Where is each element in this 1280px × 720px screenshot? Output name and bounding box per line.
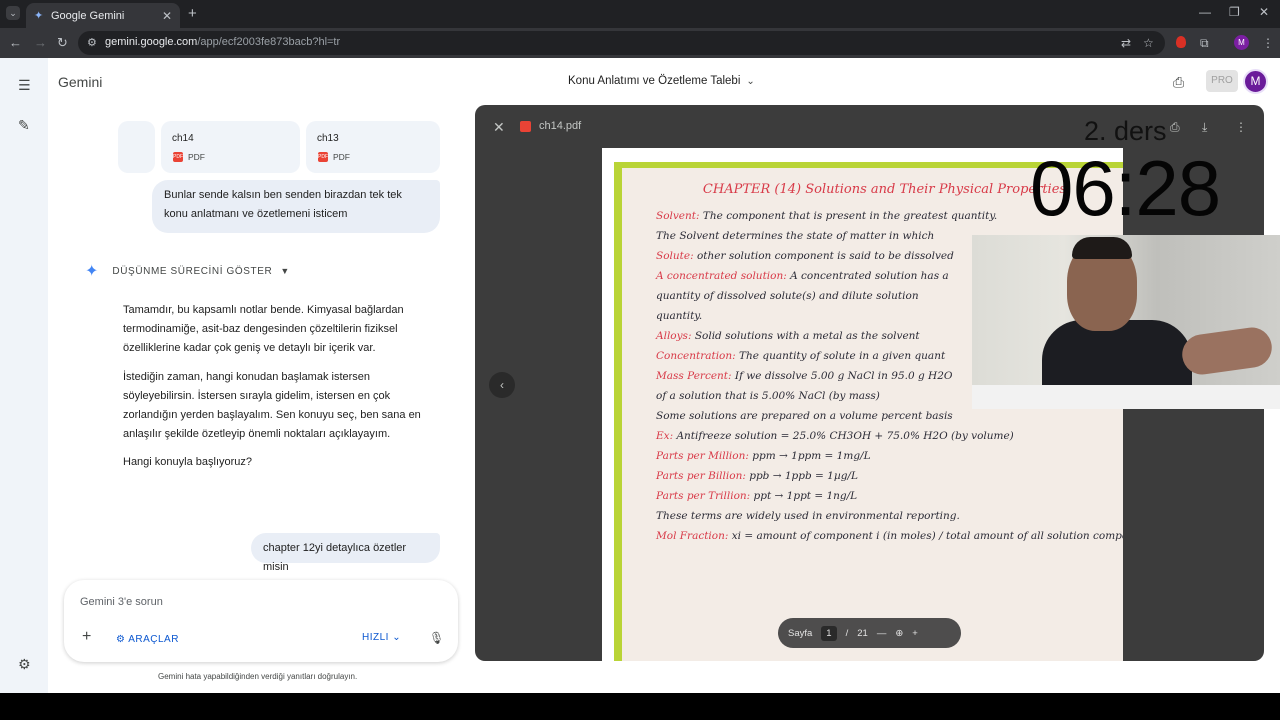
attachment-card-partial[interactable]: [118, 121, 155, 173]
current-page-input[interactable]: 1: [821, 625, 837, 641]
close-icon[interactable]: ✕: [493, 119, 505, 136]
address-bar[interactable]: ⚙ gemini.google.com/app/ecf2003fe873bacb…: [78, 31, 1165, 55]
menu-icon[interactable]: ☰: [18, 77, 31, 94]
attachment-type: PDF: [333, 152, 350, 162]
url-text: gemini.google.com/app/ecf2003fe873bacb?h…: [105, 36, 341, 48]
show-thinking-toggle[interactable]: ✦ DÜŞÜNME SÜRECİNİ GÖSTER ▼: [85, 261, 289, 281]
total-pages: 21: [857, 627, 868, 639]
notes-line: Ex: Antifreeze solution = 25.0% CH3OH + …: [656, 430, 1014, 442]
site-info-icon[interactable]: ⚙: [87, 36, 97, 49]
tab-search-icon[interactable]: ⌄: [6, 6, 20, 20]
back-icon[interactable]: ←: [9, 35, 22, 50]
attachment-card-ch13[interactable]: ch13 PDF PDF: [306, 121, 440, 173]
attachment-card-ch14[interactable]: ch14 PDF PDF: [161, 121, 300, 173]
bookmark-star-icon[interactable]: ☆: [1143, 36, 1154, 50]
tools-button[interactable]: ⚙ ARAÇLAR: [116, 634, 179, 645]
zoom-in-icon[interactable]: +: [912, 628, 918, 639]
add-file-icon[interactable]: +: [82, 628, 91, 646]
attachment-name: ch14: [172, 133, 194, 144]
print-icon[interactable]: ⎙: [1170, 120, 1180, 135]
pdf-file-icon: [520, 121, 531, 132]
close-window-icon[interactable]: ✕: [1259, 5, 1269, 19]
minimize-icon[interactable]: —: [1199, 5, 1211, 19]
pdf-file-icon: PDF: [318, 152, 328, 162]
zoom-icon[interactable]: ⊕: [895, 628, 903, 639]
close-tab-icon[interactable]: ✕: [162, 9, 172, 23]
new-chat-icon[interactable]: ✎: [18, 117, 30, 134]
response-paragraph: İstediğin zaman, hangi konudan başlamak …: [123, 371, 421, 440]
page-separator: /: [845, 627, 849, 639]
notes-line: Parts per Billion: ppb → 1ppb = 1µg/L: [656, 470, 858, 482]
conversation-title[interactable]: Konu Anlatımı ve Özetleme Talebi ⌄: [568, 75, 755, 87]
restore-icon[interactable]: ❐: [1229, 5, 1240, 19]
forward-icon[interactable]: →: [34, 35, 47, 50]
pdf-file-icon: PDF: [173, 152, 183, 162]
notes-line: These terms are widely used in environme…: [656, 510, 960, 522]
browser-menu-icon[interactable]: ⋮: [1262, 36, 1274, 50]
extension-icon[interactable]: [1176, 36, 1186, 48]
attachment-type: PDF: [188, 152, 205, 162]
thinking-label: DÜŞÜNME SÜRECİNİ GÖSTER: [112, 265, 273, 277]
browser-profile-avatar[interactable]: M: [1234, 35, 1249, 50]
new-tab-icon[interactable]: +: [188, 5, 197, 22]
user-message: chapter 12yi detaylıca özetler misin: [251, 533, 440, 573]
notes-line: Some solutions are prepared on a volume …: [656, 410, 953, 422]
browser-tab-strip: ⌄ ✦ Google Gemini ✕ + — ❐ ✕: [0, 0, 1280, 28]
page-label: Sayfa: [788, 627, 813, 639]
download-icon[interactable]: ⤓: [1202, 120, 1207, 135]
tab-title: Google Gemini: [51, 9, 125, 22]
pdf-file-name: ch14.pdf: [539, 120, 582, 132]
disclaimer-text: Gemini hata yapabildiğinden verdiği yanı…: [158, 672, 358, 681]
browser-toolbar: ← → ↻ ⚙ gemini.google.com/app/ecf2003fe8…: [0, 28, 1280, 58]
prompt-composer: Gemini 3'e sorun + ⚙ ARAÇLAR HIZLI ⌄ 🎙: [64, 580, 458, 662]
response-paragraph: Tamamdır, bu kapsamlı notlar bende. Kimy…: [123, 304, 404, 354]
side-rail: ☰ ✎ ⚙: [0, 58, 48, 693]
chevron-down-icon: ⌄: [746, 76, 755, 87]
user-message: Bunlar sende kalsın ben senden birazdan …: [152, 180, 440, 233]
gemini-logo[interactable]: Gemini: [58, 74, 102, 90]
browser-tab[interactable]: ✦ Google Gemini ✕: [26, 3, 180, 28]
timer-display: 06:28: [1030, 144, 1221, 232]
zoom-out-icon[interactable]: —: [877, 628, 887, 639]
print-icon[interactable]: ⎙: [1173, 74, 1184, 91]
translate-icon[interactable]: ⇄: [1121, 36, 1131, 50]
notes-line: Mol Fraction: xi = amount of component i…: [656, 530, 1123, 542]
notes-line: Parts per Million: ppm → 1ppm = 1mg/L: [656, 450, 871, 462]
chevron-down-icon: ▼: [280, 266, 290, 276]
attachment-name: ch13: [317, 133, 339, 144]
notes-line: Parts per Trillion: ppt → 1ppt = 1ng/L: [656, 490, 858, 502]
previous-page-icon[interactable]: ‹: [489, 372, 515, 398]
webcam-feed: [972, 235, 1280, 409]
gemini-favicon-icon: ✦: [34, 9, 44, 22]
settings-gear-icon[interactable]: ⚙: [18, 656, 31, 673]
prompt-input[interactable]: Gemini 3'e sorun: [80, 596, 163, 608]
account-avatar[interactable]: M: [1243, 69, 1268, 94]
reload-icon[interactable]: ↻: [57, 35, 68, 51]
response-paragraph: Hangi konuyla başlıyoruz?: [123, 456, 253, 468]
page-navigator: Sayfa 1 / 21 — ⊕ +: [778, 618, 961, 648]
more-options-icon[interactable]: ⋮: [1235, 120, 1247, 134]
microphone-icon[interactable]: 🎙: [429, 631, 444, 645]
pro-badge[interactable]: PRO: [1206, 70, 1238, 92]
model-mode-selector[interactable]: HIZLI ⌄: [362, 632, 401, 643]
extensions-icon[interactable]: ⧉: [1200, 36, 1209, 51]
gemini-spark-icon: ✦: [85, 263, 99, 280]
